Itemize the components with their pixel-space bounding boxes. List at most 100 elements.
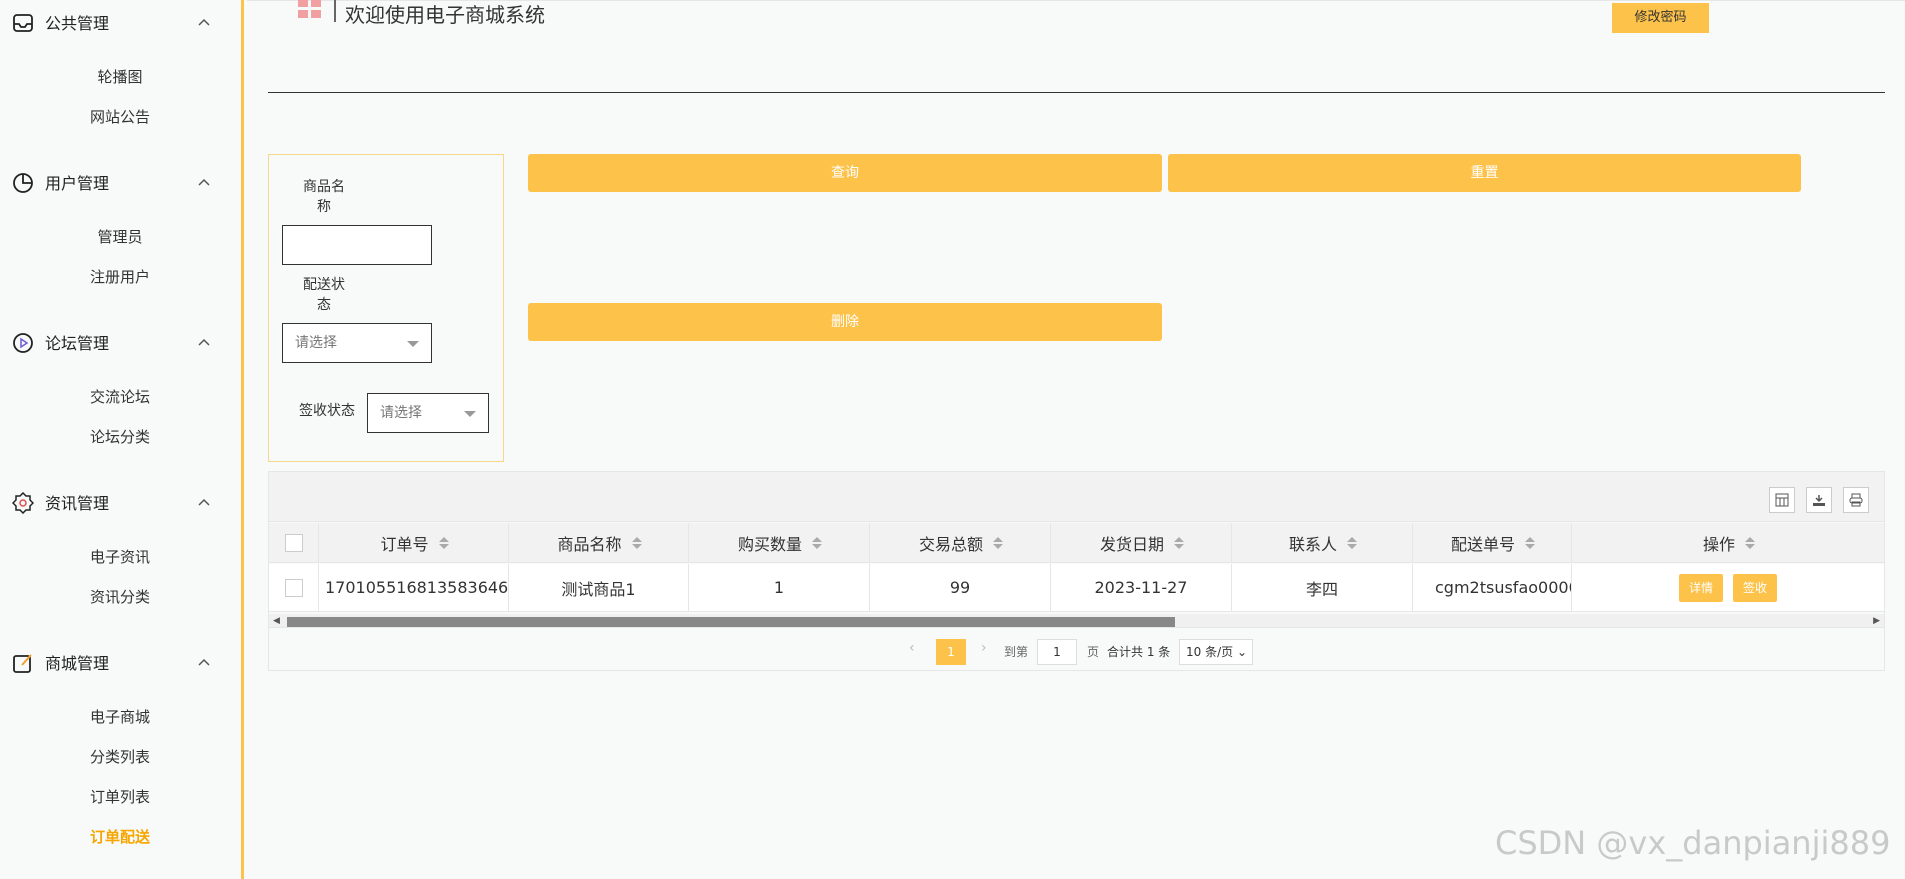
sort-icon[interactable] — [439, 537, 447, 549]
grid-icon — [298, 0, 321, 18]
export-icon[interactable] — [1806, 487, 1832, 513]
main-content: 欢迎使用电子商城系统 修改密码 商品名 称 配送状 态 请选择 签收状态 请选择… — [247, 0, 1905, 879]
goto-page-input[interactable]: 1 — [1037, 639, 1077, 665]
th-contact[interactable]: 联系人 — [1232, 523, 1413, 562]
table-toolbar — [269, 472, 1884, 522]
nav-group-header-forum[interactable]: 论坛管理 — [0, 322, 240, 362]
sort-icon[interactable] — [632, 537, 640, 549]
nav-group-title: 公共管理 — [45, 14, 110, 33]
table-row: 1701055168135836466 测试商品1 1 99 2023-11-2… — [269, 564, 1884, 612]
prev-page-icon[interactable]: ‹ — [909, 640, 915, 656]
scroll-right-icon[interactable]: ▶ — [1873, 616, 1880, 626]
label-line: 商品名 — [303, 179, 345, 195]
th-ship-date[interactable]: 发货日期 — [1051, 523, 1232, 562]
th-quantity[interactable]: 购买数量 — [689, 523, 870, 562]
sidebar-item-category-list[interactable]: 分类列表 — [0, 742, 240, 772]
horizontal-scrollbar[interactable]: ◀ ▶ — [269, 614, 1884, 628]
sidebar-item-admin[interactable]: 管理员 — [0, 222, 240, 252]
query-button[interactable]: 查询 — [528, 154, 1162, 192]
next-page-icon[interactable]: › — [981, 640, 987, 656]
column-title: 商品名称 — [557, 534, 622, 554]
nav-group-header-news[interactable]: 资讯管理 — [0, 482, 240, 522]
td-contact: 李四 — [1232, 564, 1413, 611]
title-separator — [334, 0, 336, 22]
nav-group-title: 商城管理 — [45, 654, 110, 673]
column-title: 操作 — [1702, 534, 1735, 554]
sort-icon[interactable] — [812, 537, 820, 549]
sort-icon[interactable] — [1525, 537, 1533, 549]
sidebar: 公共管理 轮播图 网站公告 用户管理 管理员 注册用户 论坛管理 交流论坛 论坛… — [0, 0, 244, 879]
sidebar-item-order-delivery[interactable]: 订单配送 — [0, 822, 240, 852]
change-password-button[interactable]: 修改密码 — [1612, 3, 1709, 33]
delete-button[interactable]: 删除 — [528, 303, 1162, 341]
td-actions: 详情 签收 — [1572, 564, 1884, 611]
column-title: 配送单号 — [1450, 534, 1515, 554]
select-all-cell — [269, 523, 319, 562]
sort-icon[interactable] — [993, 537, 1001, 549]
th-actions[interactable]: 操作 — [1572, 523, 1884, 562]
column-title: 交易总额 — [918, 534, 983, 554]
column-title: 订单号 — [380, 534, 429, 554]
nav-group-header-public[interactable]: 公共管理 — [0, 2, 240, 42]
page-size-value: 10 条/页 — [1186, 645, 1234, 659]
select-all-checkbox[interactable] — [284, 533, 303, 552]
label-line: 配送状 — [303, 277, 345, 293]
product-name-label: 商品名 称 — [299, 177, 349, 217]
sidebar-item-registered-users[interactable]: 注册用户 — [0, 262, 240, 292]
th-product-name[interactable]: 商品名称 — [509, 523, 689, 562]
product-name-input[interactable] — [282, 225, 432, 265]
sign-status-label: 签收状态 — [299, 403, 355, 419]
select-placeholder: 请选择 — [295, 335, 337, 351]
th-total[interactable]: 交易总额 — [870, 523, 1051, 562]
nav-group-header-user[interactable]: 用户管理 — [0, 162, 240, 202]
chevron-up-icon — [198, 658, 210, 666]
th-delivery-no[interactable]: 配送单号 — [1413, 523, 1572, 562]
td-order-no: 1701055168135836466 — [319, 564, 509, 611]
data-table: 订单号 商品名称 购买数量 交易总额 发货日期 联系人 配送单号 操作 1701… — [268, 471, 1885, 671]
sidebar-item-carousel[interactable]: 轮播图 — [0, 62, 240, 92]
detail-button[interactable]: 详情 — [1678, 573, 1723, 602]
chevron-down-icon: ⌄ — [1236, 645, 1248, 659]
sign-button[interactable]: 签收 — [1733, 573, 1778, 602]
sort-icon[interactable] — [1745, 537, 1753, 549]
nav-group-title: 论坛管理 — [45, 334, 110, 353]
nav-group-header-mall[interactable]: 商城管理 — [0, 642, 240, 682]
row-checkbox[interactable] — [284, 578, 303, 597]
edit-icon — [13, 654, 32, 673]
current-page-button[interactable]: 1 — [936, 639, 966, 665]
watermark: CSDN @vx_danpianji889 — [1495, 824, 1891, 862]
page-title: 欢迎使用电子商城系统 — [345, 3, 545, 27]
sort-icon[interactable] — [1347, 537, 1355, 549]
delivery-status-label: 配送状 态 — [299, 275, 349, 315]
sidebar-item-forum-category[interactable]: 论坛分类 — [0, 422, 240, 452]
print-icon[interactable] — [1843, 487, 1869, 513]
td-product-name: 测试商品1 — [509, 564, 689, 611]
sign-status-select[interactable]: 请选择 — [367, 393, 489, 433]
th-order-no[interactable]: 订单号 — [319, 523, 509, 562]
sort-icon[interactable] — [1174, 537, 1182, 549]
select-placeholder: 请选择 — [380, 405, 422, 421]
reset-button[interactable]: 重置 — [1168, 154, 1801, 192]
chevron-up-icon — [198, 338, 210, 346]
row-select-cell — [269, 564, 319, 611]
scroll-thumb[interactable] — [287, 617, 1175, 627]
label-line: 态 — [317, 297, 331, 313]
goto-label: 到第 — [1004, 645, 1029, 659]
sidebar-item-news-category[interactable]: 资讯分类 — [0, 582, 240, 612]
mail-icon — [13, 14, 33, 32]
columns-icon[interactable] — [1769, 487, 1795, 513]
delivery-status-select[interactable]: 请选择 — [282, 323, 432, 363]
sidebar-item-forum[interactable]: 交流论坛 — [0, 382, 240, 412]
column-title: 购买数量 — [737, 534, 802, 554]
page-size-select[interactable]: 10 条/页 ⌄ — [1179, 639, 1253, 665]
sidebar-item-announcement[interactable]: 网站公告 — [0, 102, 240, 132]
sidebar-item-order-list[interactable]: 订单列表 — [0, 782, 240, 812]
scroll-left-icon[interactable]: ◀ — [273, 616, 280, 626]
sidebar-item-e-news[interactable]: 电子资讯 — [0, 542, 240, 572]
td-delivery-no: cgm2tsusfao00000 — [1413, 564, 1572, 611]
sidebar-item-e-mall[interactable]: 电子商城 — [0, 702, 240, 732]
td-quantity: 1 — [689, 564, 870, 611]
pie-chart-icon — [13, 173, 33, 193]
chevron-up-icon — [198, 18, 210, 26]
badge-icon — [12, 492, 34, 514]
